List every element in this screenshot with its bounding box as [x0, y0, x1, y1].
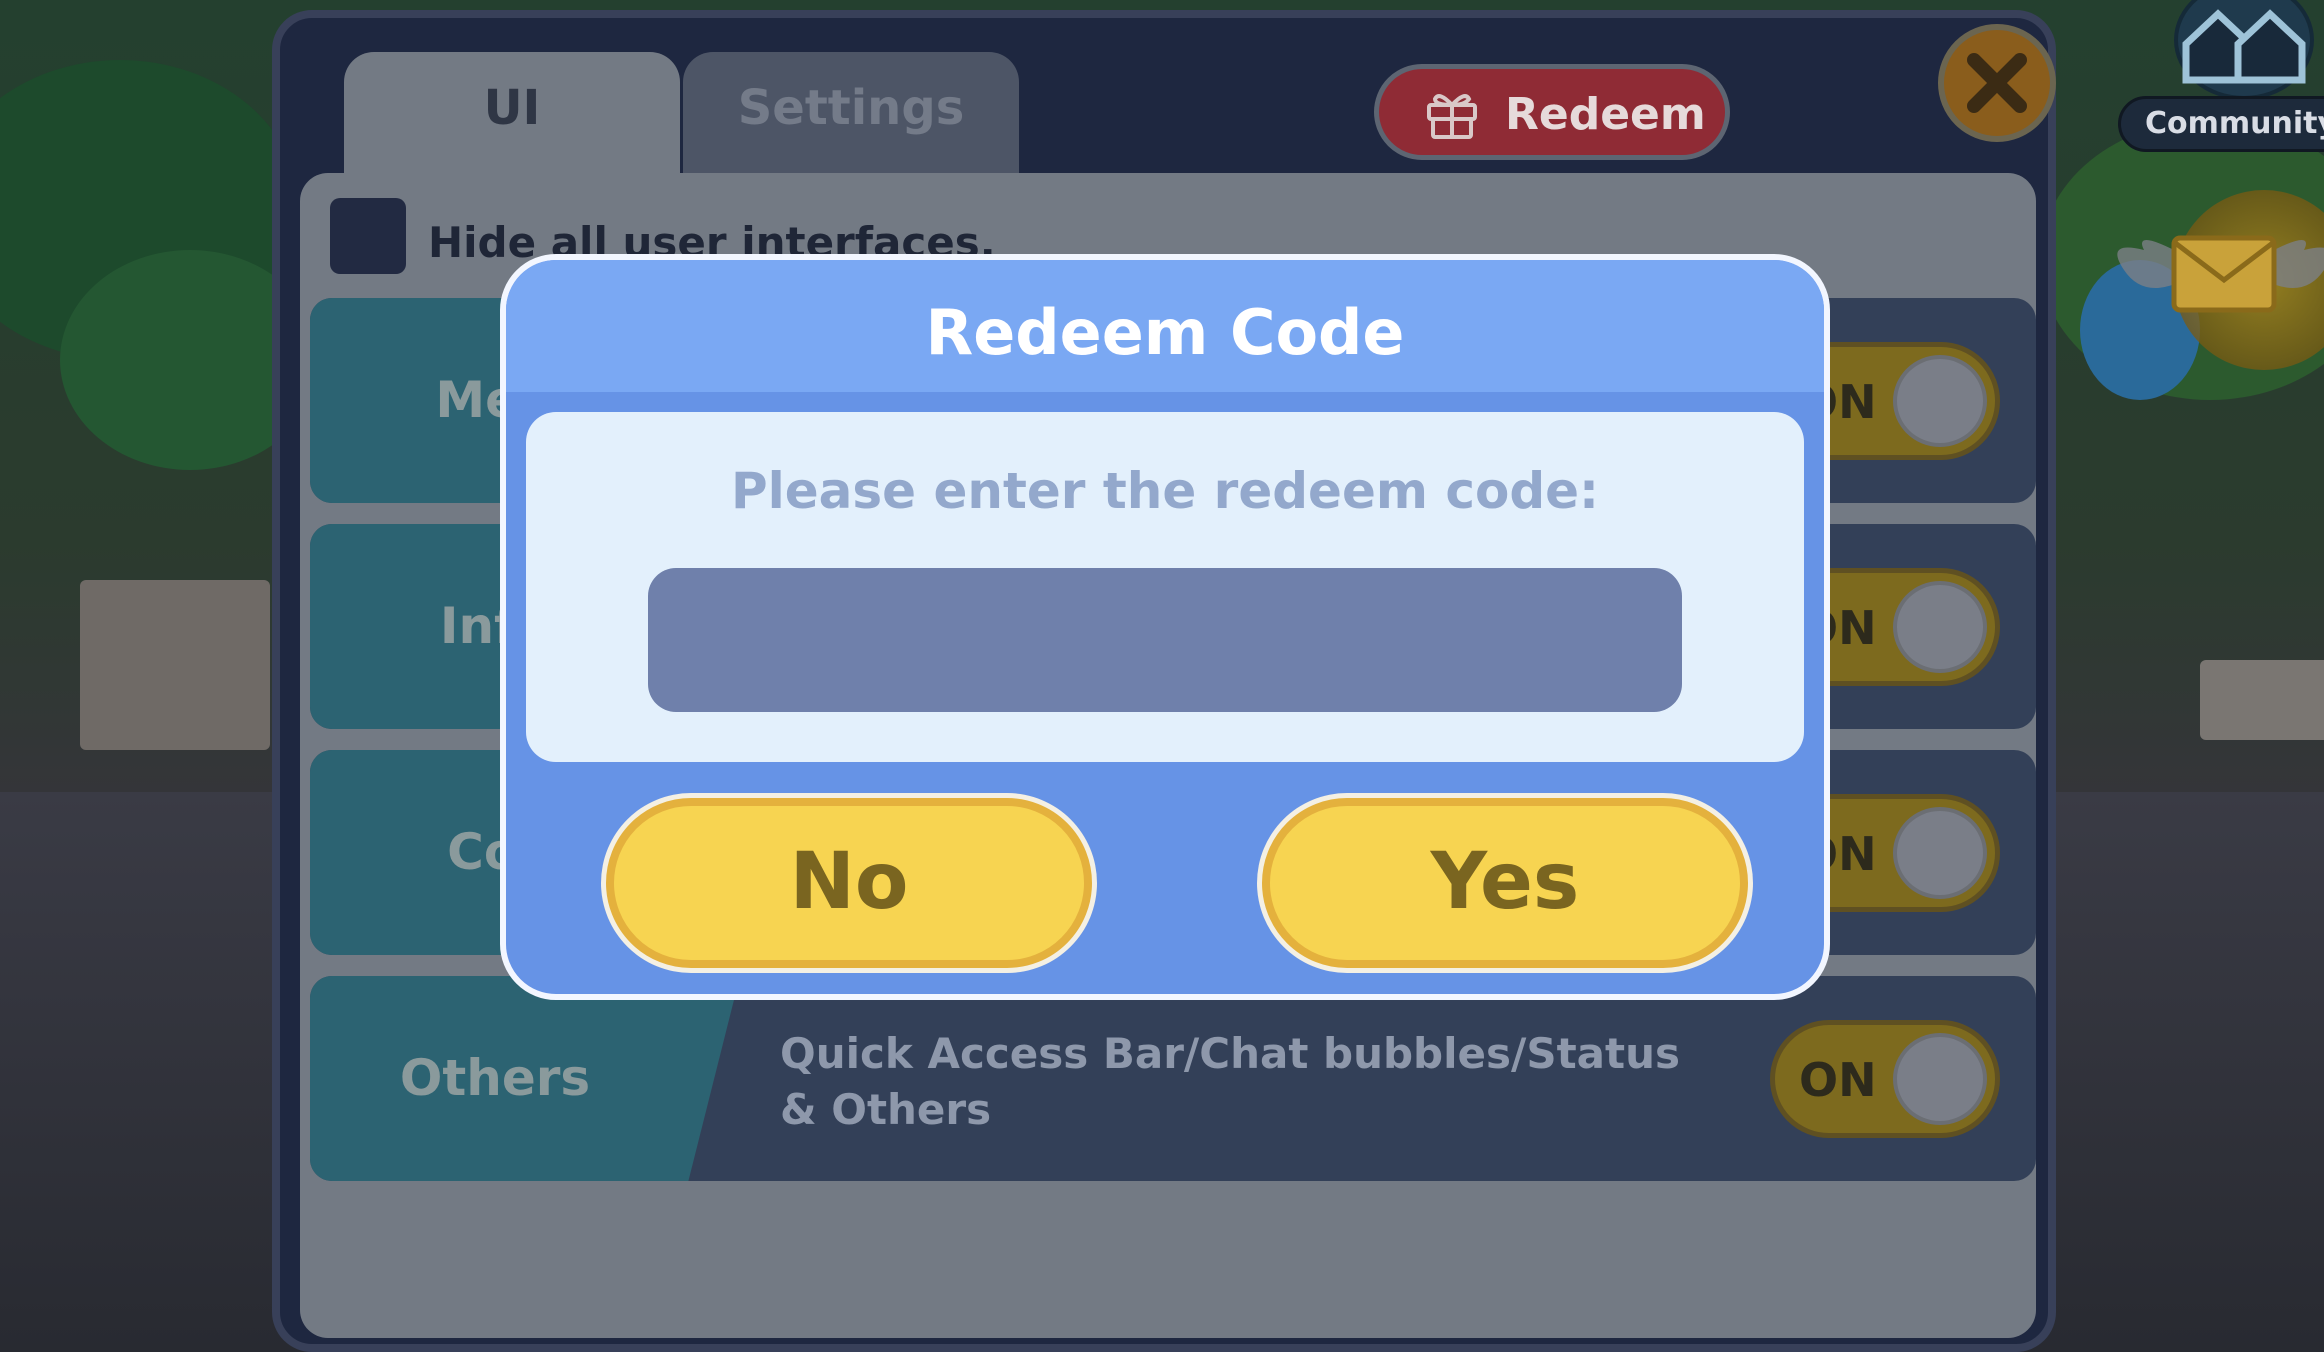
community-label: Community [2117, 96, 2324, 152]
community-houses-icon [2174, 0, 2314, 100]
dialog-title: Redeem Code [925, 296, 1405, 369]
close-icon [1967, 53, 2027, 113]
mail-button[interactable] [2104, 190, 2324, 390]
planter-box [80, 580, 270, 750]
close-button[interactable] [1938, 24, 2056, 142]
redeem-button[interactable]: Redeem [1374, 64, 1730, 160]
toggle-knob [1893, 355, 1987, 447]
redeem-code-input[interactable] [648, 568, 1682, 712]
dialog-prompt: Please enter the redeem code: [730, 462, 1600, 520]
row-category-label: Others [399, 1049, 591, 1107]
winged-envelope-icon [2117, 235, 2324, 313]
hide-all-checkbox[interactable] [330, 198, 406, 274]
tab-ui[interactable]: UI [344, 52, 680, 182]
redeem-code-dialog: Redeem Code Please enter the redeem code… [500, 254, 1830, 1000]
planter-box [2200, 660, 2324, 740]
community-button[interactable]: Community [2117, 0, 2324, 152]
row-description: Quick Access Bar/Chat bubbles/Status & O… [780, 1029, 1680, 1134]
redeem-button-label: Redeem [1505, 89, 1706, 140]
no-button[interactable]: No [606, 798, 1092, 968]
toggle-switch[interactable]: ON [1770, 1020, 2000, 1138]
toggle-label: ON [1799, 1053, 1877, 1107]
dialog-body: Please enter the redeem code: [526, 412, 1804, 762]
toggle-knob [1893, 581, 1987, 673]
toggle-knob [1893, 807, 1987, 899]
setting-row-others: Others Quick Access Bar/Chat bubbles/Sta… [310, 976, 2036, 1181]
yes-button[interactable]: Yes [1262, 798, 1748, 968]
tab-settings[interactable]: Settings [683, 52, 1019, 182]
toggle-knob [1893, 1033, 1987, 1125]
gift-icon [1427, 94, 1477, 139]
